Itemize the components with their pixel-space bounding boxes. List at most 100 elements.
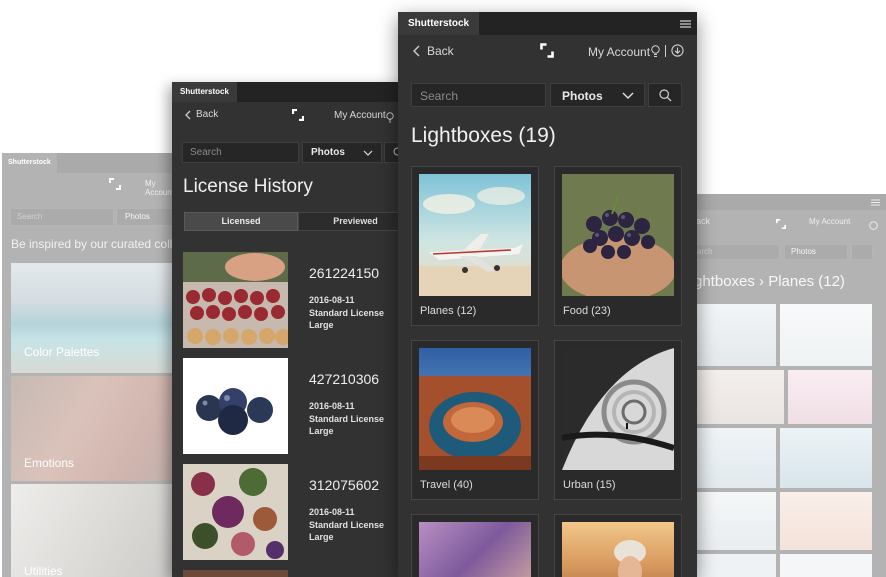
photo-tile[interactable]: [780, 554, 872, 577]
lightboxes-panel: Shutterstock Back My Account Search Phot…: [398, 12, 697, 577]
app-tab[interactable]: Shutterstock: [172, 82, 237, 102]
account-link[interactable]: My Account: [588, 45, 650, 59]
license-type: Standard License: [309, 307, 385, 318]
media-type-select[interactable]: Photos: [784, 244, 848, 260]
search-icon: [659, 89, 672, 102]
category-label: Utilities: [24, 564, 63, 577]
photo-tile[interactable]: [694, 304, 776, 366]
tab-licensed[interactable]: Licensed: [184, 212, 298, 231]
shutterstock-logo-icon[interactable]: [291, 108, 305, 126]
app-tab[interactable]: Shutterstock: [398, 12, 480, 35]
lightbox-cover: [419, 348, 531, 470]
shutterstock-logo-icon[interactable]: [776, 216, 786, 234]
photo-tile[interactable]: [694, 554, 776, 577]
back-button[interactable]: ack: [696, 216, 710, 226]
lightbox-label: Travel (40): [420, 479, 473, 491]
license-thumbnail[interactable]: [183, 358, 288, 454]
license-size: Large: [309, 320, 334, 330]
lightbox-card[interactable]: [411, 514, 539, 577]
lightbox-card[interactable]: Food (23): [554, 166, 682, 326]
lightbox-label: Planes (12): [420, 305, 477, 317]
category-label: Color Palettes: [24, 345, 100, 359]
license-thumbnail[interactable]: [183, 570, 288, 577]
license-size: Large: [309, 426, 334, 436]
license-meta: 2016-08-11 Standard License Large: [309, 294, 384, 332]
lightbox-cover: [562, 174, 674, 296]
license-id: 427210306: [309, 371, 380, 387]
account-link[interactable]: My Account: [809, 217, 850, 226]
account-link[interactable]: My Account: [334, 110, 386, 121]
panel-tabbar: Shutterstock: [2, 153, 182, 173]
photo-tile[interactable]: [780, 428, 872, 488]
license-date: 2016-08-11: [309, 295, 355, 305]
tab-previewed[interactable]: Previewed: [298, 212, 406, 231]
download-icon[interactable]: [671, 44, 684, 62]
chevron-down-icon: [363, 150, 373, 156]
search-input[interactable]: arch: [690, 244, 780, 260]
select-value: Photos: [311, 147, 345, 158]
lightbox-cover: [419, 174, 531, 296]
back-label: Back: [196, 109, 219, 120]
category-tile[interactable]: Emotions: [11, 376, 182, 481]
lightbox-card[interactable]: Travel (40): [411, 340, 539, 500]
license-type: Standard License: [309, 413, 385, 424]
chevron-down-icon: [622, 92, 634, 99]
chevron-left-icon: [413, 45, 420, 57]
license-thumbnail[interactable]: [183, 464, 288, 560]
back-button[interactable]: Back: [184, 109, 218, 120]
lightbox-card[interactable]: [554, 514, 682, 577]
panel-tabbar: Shutterstock: [398, 12, 697, 35]
photo-tile[interactable]: [788, 370, 872, 424]
home-panel: Shutterstock My Account Search Photos Be…: [2, 153, 182, 577]
photo-tile[interactable]: [780, 304, 872, 366]
license-meta: 2016-08-11 Standard License Large: [309, 506, 384, 544]
lightbox-cover: [562, 348, 674, 470]
breadcrumb: ghtboxes › Planes (12): [694, 273, 845, 290]
tagline: Be inspired by our curated coll: [11, 237, 173, 251]
license-date: 2016-08-11: [309, 507, 355, 517]
back-label: Back: [427, 44, 454, 58]
lightbox-label: Food (23): [563, 305, 611, 317]
search-button[interactable]: [851, 244, 873, 260]
media-type-select[interactable]: Photos: [116, 208, 176, 226]
photo-tile[interactable]: [694, 492, 776, 550]
category-tile[interactable]: Color Palettes: [11, 263, 182, 373]
license-history-panel: Shutterstock Back My Account Search Phot…: [172, 82, 406, 577]
category-label: Emotions: [24, 456, 75, 470]
app-tab[interactable]: Shutterstock: [2, 153, 57, 173]
license-thumbnail[interactable]: [183, 252, 288, 348]
shutterstock-logo-icon[interactable]: [540, 43, 554, 63]
lightbulb-icon[interactable]: [651, 45, 660, 63]
search-button[interactable]: [648, 83, 682, 107]
select-value: Photos: [562, 89, 603, 103]
search-input[interactable]: Search: [411, 83, 546, 107]
lightbox-card[interactable]: Urban (15): [554, 340, 682, 500]
license-size: Large: [309, 532, 334, 542]
lightbox-card[interactable]: Planes (12): [411, 166, 539, 326]
license-date: 2016-08-11: [309, 401, 355, 411]
lightbulb-icon[interactable]: [386, 110, 394, 128]
photo-tile[interactable]: [694, 428, 776, 488]
panel-tabbar: [690, 194, 886, 210]
divider: [665, 45, 666, 57]
back-button[interactable]: Back: [412, 44, 454, 58]
shutterstock-logo-icon[interactable]: [109, 177, 121, 195]
photo-tile[interactable]: [694, 370, 784, 424]
lightbox-detail-panel: ack My Account arch Photos ghtboxes › Pl…: [690, 194, 886, 577]
menu-icon[interactable]: [680, 20, 691, 28]
lightbox-label: Urban (15): [563, 479, 616, 491]
category-tile[interactable]: Utilities: [11, 484, 182, 577]
menu-icon[interactable]: [871, 199, 880, 206]
download-icon[interactable]: [869, 217, 878, 235]
license-type: Standard License: [309, 519, 385, 530]
lightbox-cover: [562, 522, 674, 577]
search-input[interactable]: Search: [182, 142, 299, 163]
media-type-select[interactable]: Photos: [302, 142, 382, 163]
photo-tile[interactable]: [780, 492, 872, 550]
media-type-select[interactable]: Photos: [550, 83, 645, 107]
license-id: 312075602: [309, 477, 380, 493]
lightbox-cover: [419, 522, 531, 577]
license-id: 261224150: [309, 265, 380, 281]
search-input[interactable]: Search: [10, 208, 114, 226]
chevron-left-icon: [185, 110, 191, 119]
